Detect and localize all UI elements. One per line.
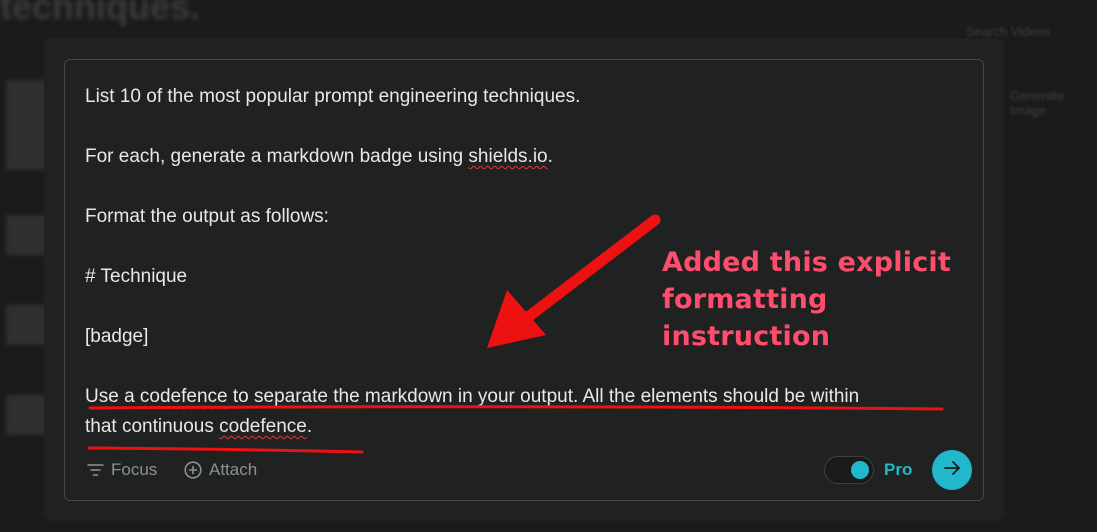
send-button[interactable] <box>932 450 972 490</box>
pro-toggle[interactable] <box>824 456 874 484</box>
prompt-line <box>85 352 965 382</box>
attach-button[interactable]: Attach <box>184 458 257 482</box>
prompt-line: Use a codefence to separate the markdown… <box>85 386 860 407</box>
annotation-note: Added this explicit formatting instructi… <box>662 244 992 355</box>
attach-label: Attach <box>209 460 258 479</box>
plus-circle-icon <box>184 461 202 479</box>
prompt-line <box>85 172 965 202</box>
background-search-videos: Search Videos <box>966 24 1051 39</box>
spellcheck-word: shields.io <box>468 146 548 167</box>
background-text-block <box>6 305 46 345</box>
background-generate-image: Generate Image <box>1010 88 1065 118</box>
prompt-line: Format the output as follows: <box>85 206 329 227</box>
focus-button[interactable]: Focus <box>87 458 157 482</box>
annotation-line: formatting instruction <box>662 284 831 352</box>
toggle-knob <box>851 461 869 479</box>
background-text-block <box>6 215 46 255</box>
filter-lines-icon <box>87 463 104 477</box>
annotation-line: Added this explicit <box>662 247 951 278</box>
pro-label[interactable]: Pro <box>884 460 912 480</box>
spellcheck-word: codefence <box>219 416 307 437</box>
background-text-block <box>6 80 46 170</box>
background-text-block <box>6 395 46 435</box>
prompt-line: List 10 of the most popular prompt engin… <box>85 86 581 107</box>
background-heading: techniques. <box>0 0 201 27</box>
arrow-right-icon <box>943 460 961 481</box>
prompt-line: For each, generate a markdown badge usin… <box>85 146 553 167</box>
focus-label: Focus <box>111 460 158 479</box>
spellcheck-word: codefence <box>139 386 228 407</box>
prompt-line: that continuous codefence. <box>85 416 313 437</box>
prompt-line <box>85 112 965 142</box>
